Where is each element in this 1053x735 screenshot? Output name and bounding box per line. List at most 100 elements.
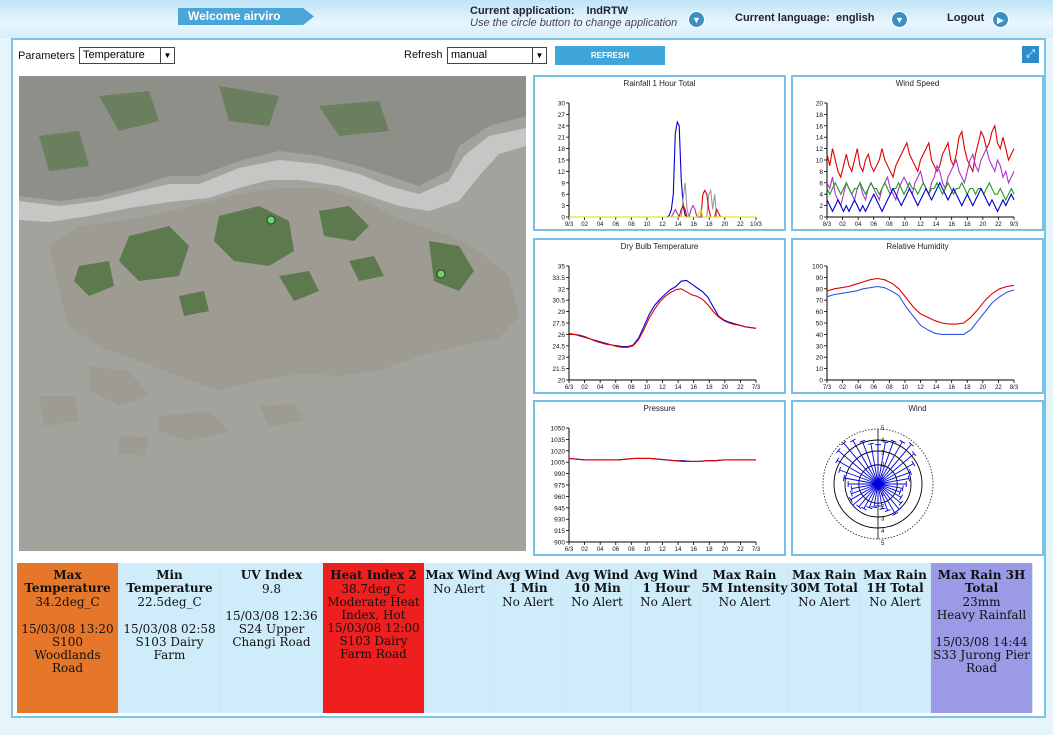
- y-tick-label: 50: [816, 321, 824, 328]
- alert-card[interactable]: Max Rain 3H Total 23mm Heavy Rainfall 15/03…: [931, 563, 1033, 713]
- x-tick-label: 18: [964, 222, 971, 228]
- y-tick-label: 20: [816, 101, 824, 108]
- x-tick-label: 18: [964, 385, 971, 391]
- x-tick-label: 20: [979, 385, 986, 391]
- x-tick-label: 12: [659, 547, 666, 553]
- alert-card[interactable]: Max Rain 5M Intensity No Alert: [701, 563, 789, 713]
- y-tick-label: 9: [561, 180, 565, 187]
- alert-card[interactable]: Max Rain 30M Total No Alert: [789, 563, 860, 713]
- expand-icon[interactable]: ⤢: [1022, 46, 1039, 63]
- chart-rainfall[interactable]: Rainfall 1 Hour Total 0 3 6 9 12 15 18 21 24 27 30…: [533, 75, 786, 231]
- x-tick-label: 12: [917, 385, 924, 391]
- y-tick-label: 100: [812, 264, 823, 271]
- chart-plot: 20 21.5 23 24.5 26 27.5 29 30.5 32 33.5 35 6/3 02 04 0…: [552, 264, 760, 392]
- x-tick-label: 9/3: [1010, 222, 1019, 228]
- alert-card[interactable]: Max Wind No Alert: [425, 563, 494, 713]
- alert-value: 34.2deg_C: [35, 595, 100, 609]
- series-line: [569, 189, 756, 218]
- alert-title: Avg Wind 1 Min: [496, 568, 560, 595]
- refresh-button[interactable]: REFRESH: [555, 46, 665, 65]
- alert-cards: Max Temperature 34.2deg_C 15/03/08 13:20 S1…: [17, 563, 1042, 715]
- alert-description: Heavy Rainfall: [936, 608, 1027, 622]
- x-tick-label: 12: [659, 385, 666, 391]
- alert-value: 9.8: [261, 582, 282, 596]
- y-tick-label: 10: [816, 366, 824, 373]
- x-tick-label: 04: [855, 385, 862, 391]
- alert-title: Max Rain 3H Total: [937, 568, 1026, 595]
- y-tick-label: 0: [819, 215, 823, 222]
- y-tick-label: 0: [561, 215, 565, 222]
- alert-title: Max Rain 5M Intensity: [701, 568, 788, 595]
- chevron-right-icon: ▶: [997, 15, 1004, 25]
- parameters-select[interactable]: Temperature ▼: [79, 47, 175, 64]
- x-tick-label: 12: [659, 222, 666, 228]
- change-language-button[interactable]: ▼: [891, 11, 908, 28]
- y-tick-label: 15: [558, 158, 566, 165]
- chart-plot: 024681012141618208/3 02 04 06 08 10 12 14 16 18 20…: [816, 101, 1019, 229]
- y-tick-label: 26: [558, 332, 566, 339]
- change-application-button[interactable]: ▼: [688, 11, 705, 28]
- series-line: [568, 279, 757, 348]
- y-tick-label: 1020: [551, 448, 566, 455]
- radial-tick-label: 3: [881, 517, 885, 523]
- chart-wind-speed[interactable]: Wind Speed 0 2 4 6 8 10 12 14 16 18 20 8/3 02 04 06 08 1…: [791, 75, 1044, 231]
- alert-title: Avg Wind 10 Min: [565, 568, 629, 595]
- x-tick-label: 06: [612, 547, 619, 553]
- y-tick-label: 27.5: [552, 321, 565, 328]
- y-tick-label: 70: [816, 298, 824, 305]
- x-tick-label: 04: [597, 222, 604, 228]
- alert-card[interactable]: Avg Wind 10 Min No Alert: [563, 563, 632, 713]
- map-view[interactable]: [19, 76, 526, 551]
- alert-card[interactable]: Min Temperature 22.5deg_C 15/03/08 02:58 S1…: [119, 563, 221, 713]
- dropdown-arrow-icon: ▼: [532, 48, 546, 63]
- x-tick-label: 22: [995, 385, 1002, 391]
- y-tick-label: 30: [558, 101, 566, 108]
- refresh-select[interactable]: manual ▼: [447, 47, 547, 64]
- chart-wind-rose[interactable]: Wind 5432112345: [791, 400, 1044, 556]
- dropdown-arrow-icon: ▼: [160, 48, 174, 63]
- x-tick-label: 7/3: [823, 385, 832, 391]
- y-tick-label: 18: [558, 146, 566, 153]
- y-tick-label: 12: [558, 169, 566, 176]
- y-tick-label: 1005: [551, 460, 566, 467]
- alert-value: No Alert: [433, 582, 485, 596]
- logout-link[interactable]: Logout: [947, 12, 984, 24]
- alert-value: No Alert: [640, 595, 692, 609]
- series-line: [826, 285, 1015, 335]
- x-tick-label: 18: [706, 222, 713, 228]
- y-tick-label: 960: [554, 494, 565, 501]
- chart-pressure[interactable]: Pressure 900 915 930 945 960 975 990 1005 1020 10…: [533, 400, 786, 556]
- x-tick-label: 14: [933, 222, 940, 228]
- y-tick-label: 6: [561, 192, 565, 199]
- alert-card[interactable]: Max Temperature 34.2deg_C 15/03/08 13:20 S1…: [17, 563, 119, 713]
- x-tick-label: 22: [737, 547, 744, 553]
- x-tick-label: 20: [979, 222, 986, 228]
- logout-button[interactable]: ▶: [992, 11, 1009, 28]
- y-tick-label: 23: [558, 355, 566, 362]
- alert-card[interactable]: Avg Wind 1 Hour No Alert: [632, 563, 701, 713]
- chart-relative-humidity[interactable]: Relative Humidity 0 10 20 30 40 50 60 70 80 90 100…: [791, 238, 1044, 394]
- y-tick-label: 18: [816, 112, 824, 119]
- top-bar: Welcome airviro Current application: IndR…: [0, 0, 1053, 38]
- x-tick-label: 22: [995, 222, 1002, 228]
- map-canvas: [19, 76, 526, 551]
- x-tick-label: 14: [675, 222, 682, 228]
- x-tick-label: 10: [644, 222, 651, 228]
- series-line: [569, 182, 756, 218]
- x-tick-label: 16: [690, 547, 697, 553]
- welcome-tab: Welcome airviro: [178, 8, 314, 25]
- y-tick-label: 80: [816, 286, 824, 293]
- wind-ray-cap: [835, 457, 840, 464]
- alert-station: S33 Jurong Pier Road: [933, 648, 1030, 675]
- alert-card[interactable]: Avg Wind 1 Min No Alert: [494, 563, 563, 713]
- alert-card[interactable]: Max Rain 1H Total No Alert: [860, 563, 931, 713]
- alert-card[interactable]: UV Index 9.8 15/03/08 12:36 S24 Upper Chang…: [221, 563, 323, 713]
- x-tick-label: 16: [948, 385, 955, 391]
- wind-ray-cap: [899, 439, 906, 444]
- alert-value: No Alert: [869, 595, 921, 609]
- alert-card[interactable]: Heat Index 2 38.7deg_C Moderate Heat Index…: [323, 563, 425, 713]
- alert-value: No Alert: [571, 595, 623, 609]
- chart-dry-bulb-temperature[interactable]: Dry Bulb Temperature 20 21.5 23 24.5 26 27.5 2…: [533, 238, 786, 394]
- x-tick-label: 10: [644, 385, 651, 391]
- alert-value: No Alert: [502, 595, 554, 609]
